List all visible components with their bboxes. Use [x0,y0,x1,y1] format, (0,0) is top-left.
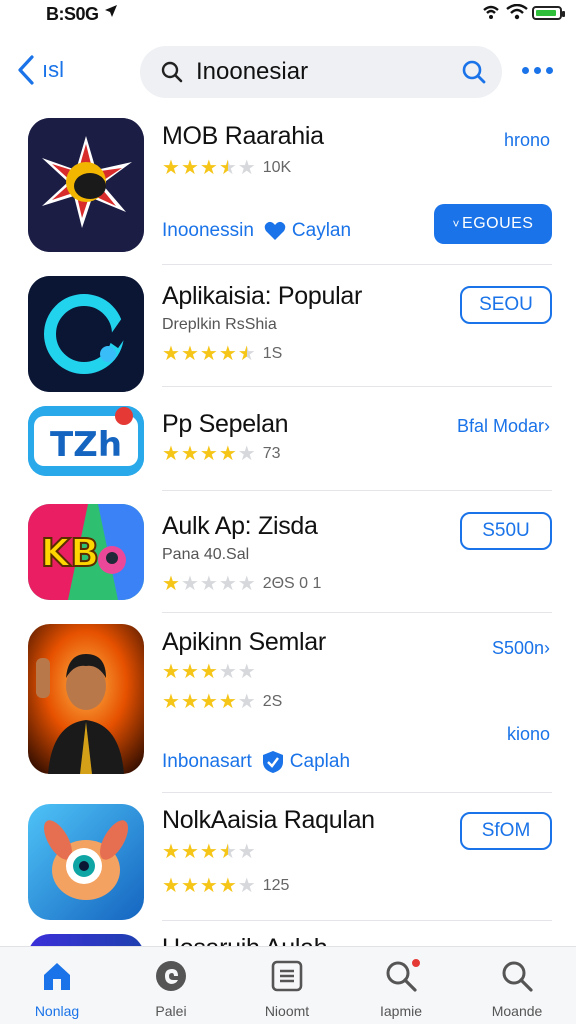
rating-count: 10K [262,159,292,176]
tab-search[interactable]: Moande [462,953,572,1019]
rating-stars: ★ ★ ★ ★ ★ 2ΘS 0 1 [162,573,322,595]
category-link[interactable]: Caylan [264,220,351,242]
rating-stars: ★ ★ ★ ★ ★ 1S [162,343,283,365]
app-title: Apikinn Semlar [162,628,326,656]
back-button[interactable]: ısl [16,52,64,88]
app-link-secondary[interactable]: kiono [507,724,550,745]
divider [162,920,552,921]
games-icon [154,959,188,993]
app-title: Aulk Ap: Zisda [162,512,318,540]
search-input[interactable] [196,54,446,90]
signal-icon [483,5,499,19]
battery-icon [532,6,565,20]
divider [162,264,552,265]
rating-stars: ★ ★ ★ ★ ★ 10K [162,157,292,179]
rating-count: 1S [262,345,283,362]
app-title: NolkAaisia Raqulan [162,806,375,834]
developer-link[interactable]: Inoonessin [162,220,254,242]
chevron-down-icon: ˅ [452,217,461,231]
shield-icon [262,751,283,773]
rating-stars-secondary: ★ ★ ★ ★ ★ 2S [162,691,283,713]
updates-search-icon [384,957,422,993]
chevron-right-icon: › [544,638,550,658]
developer-link[interactable]: Inbonasart [162,751,252,773]
wifi-icon [506,4,528,20]
search-icon [161,61,183,83]
status-time: B:S0G [46,4,99,24]
app-link[interactable]: Bfal Modar› [457,416,550,437]
list-item[interactable]: NolkAaisia Raqulan ★ ★ ★ ★ ★ ★ ★ ★ ★ ★ 125 SfOM [0,792,576,922]
app-title: Aplikaisia: Popular [162,282,362,310]
rating-count: 73 [262,445,281,462]
app-icon: TZh [28,406,144,476]
rating-count: 125 [262,877,290,894]
app-meta: Inbonasart Caplah [162,750,350,774]
svg-text:TZh: TZh [50,425,122,465]
get-button[interactable]: ˅ EGOUES [434,204,552,244]
rating-stars: ★ ★ ★ ★ ★ 73 [162,443,281,465]
chevron-left-icon [18,55,34,85]
app-icon [28,934,144,946]
app-icon: KB [28,504,144,600]
svg-text:KB: KB [41,531,99,575]
rating-stars: ★ ★ ★ ★ ★ [162,661,256,683]
more-options-button[interactable] [522,62,558,78]
rating-stars: ★ ★ ★ ★ ★ [162,841,256,863]
rating-count: 2ΘS 0 1 [262,575,322,592]
list-item[interactable]: Apikinn Semlar ★ ★ ★ ★ ★ ★ ★ ★ ★ ★ 2S S500n› kio… [0,612,576,793]
app-results-list: MOB Raarahia ★ ★ ★ ★ ★ 10K hrono Inoonessin … [0,110,576,946]
app-subtitle: Pana 40.Sal [162,546,250,563]
home-icon [40,959,74,993]
tab-games[interactable]: Palei [116,953,226,1019]
app-meta: Inoonessin Caylan [162,220,351,242]
tab-updates[interactable]: Iapmie [346,953,456,1019]
location-arrow-icon [104,4,118,23]
rating-count: 2S [262,693,283,710]
app-link[interactable]: S500n› [492,638,550,659]
status-bar: B:S0G [0,0,576,30]
notification-badge [410,957,422,969]
navigation-bar: ısl [0,40,576,104]
get-button[interactable]: SfOM [460,812,552,850]
tab-home[interactable]: Nonlag [2,953,112,1019]
tab-bar: Nonlag Palei Nioomt Iapmie Moande [0,946,576,1024]
search-bar[interactable] [140,46,502,98]
list-item[interactable]: KB Aulk Ap: Zisda Pana 40.Sal ★ ★ ★ ★ ★ 2ΘS … [0,490,576,613]
get-button[interactable]: S50U [460,512,552,550]
app-title: Pp Sepelan [162,410,289,438]
app-icon [28,276,144,392]
app-icon [28,804,144,920]
app-title: MOB Raarahia [162,122,324,150]
search-icon [500,959,534,993]
category-link[interactable]: Caplah [262,750,350,774]
rating-stars-secondary: ★ ★ ★ ★ ★ 125 [162,875,290,897]
apps-icon [270,959,304,993]
app-subtitle: Dreplkin RsShia [162,316,277,333]
get-button[interactable]: SEOU [460,286,552,324]
app-icon [28,624,144,774]
list-item[interactable]: MOB Raarahia ★ ★ ★ ★ ★ 10K hrono Inoonessin … [0,110,576,266]
chevron-right-icon: › [544,416,550,436]
list-item[interactable]: TZh Pp Sepelan ★ ★ ★ ★ ★ 73 Bfal Modar› [0,386,576,491]
app-icon [28,118,144,252]
app-title: Uosaruih Aulah [162,934,328,946]
tab-apps[interactable]: Nioomt [232,953,342,1019]
back-label: ısl [42,57,64,82]
list-item[interactable]: Uosaruih Aulah [0,922,576,946]
search-submit-icon[interactable] [460,58,488,86]
heart-icon [264,221,286,240]
app-link[interactable]: hrono [504,130,550,151]
list-item[interactable]: Aplikaisia: Popular Dreplkin RsShia ★ ★ ★ ★… [0,266,576,392]
